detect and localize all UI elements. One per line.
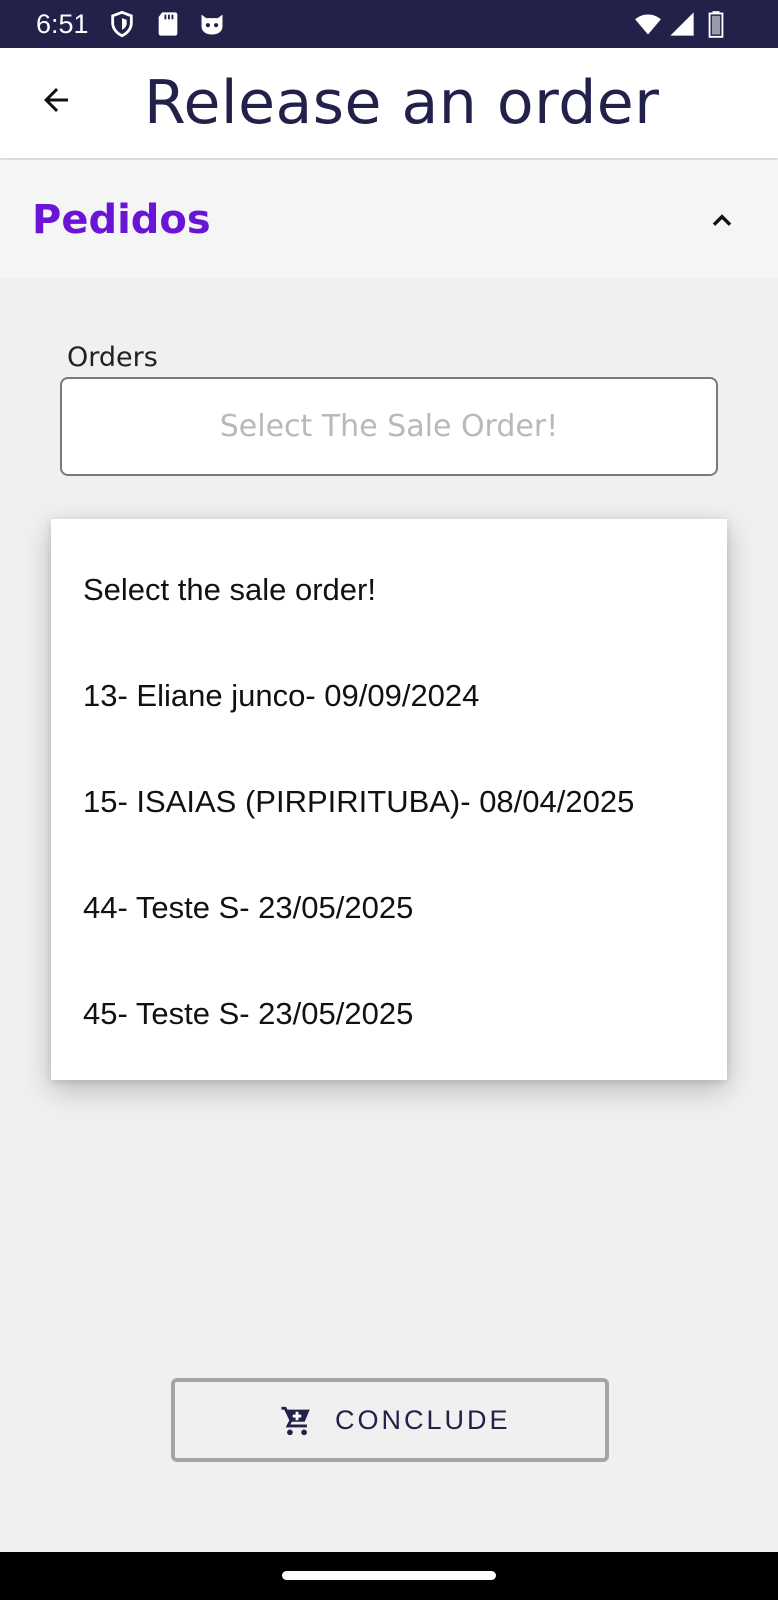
battery-icon bbox=[702, 10, 730, 38]
dropdown-option[interactable]: 45- Teste S- 23/05/2025 bbox=[51, 961, 727, 1067]
conclude-button[interactable]: CONCLUDE bbox=[171, 1378, 609, 1462]
page-title: Release an order bbox=[144, 68, 660, 138]
sd-card-icon bbox=[154, 10, 182, 38]
wifi-icon bbox=[634, 10, 662, 38]
app-bar: Release an order bbox=[0, 48, 778, 158]
orders-label: Orders bbox=[67, 342, 158, 373]
chevron-up-icon[interactable] bbox=[706, 204, 738, 236]
cart-icon bbox=[280, 1404, 314, 1438]
pedidos-accordion-header[interactable]: Pedidos bbox=[0, 160, 778, 278]
status-time: 6:51 bbox=[36, 9, 89, 39]
orders-select-placeholder: Select The Sale Order! bbox=[219, 409, 559, 444]
status-bar: 6:51 bbox=[0, 0, 778, 48]
dropdown-option[interactable]: 15- ISAIAS (PIRPIRITUBA)- 08/04/2025 bbox=[51, 749, 727, 855]
dropdown-option[interactable]: 13- Eliane junco- 09/09/2024 bbox=[51, 643, 727, 749]
shield-icon bbox=[108, 10, 136, 38]
conclude-label: CONCLUDE bbox=[335, 1405, 511, 1435]
dropdown-option[interactable]: 44- Teste S- 23/05/2025 bbox=[51, 855, 727, 961]
orders-dropdown-menu: Select the sale order! 13- Eliane junco-… bbox=[51, 519, 727, 1080]
cat-face-icon bbox=[198, 10, 226, 38]
dropdown-option[interactable]: Select the sale order! bbox=[51, 537, 727, 643]
cell-signal-icon bbox=[668, 10, 696, 38]
orders-select[interactable]: Select The Sale Order! bbox=[60, 377, 718, 476]
home-gesture-handle[interactable] bbox=[282, 1571, 496, 1580]
arrow-back-icon bbox=[38, 82, 74, 123]
accordion-title: Pedidos bbox=[32, 197, 211, 243]
back-button[interactable] bbox=[32, 78, 80, 126]
